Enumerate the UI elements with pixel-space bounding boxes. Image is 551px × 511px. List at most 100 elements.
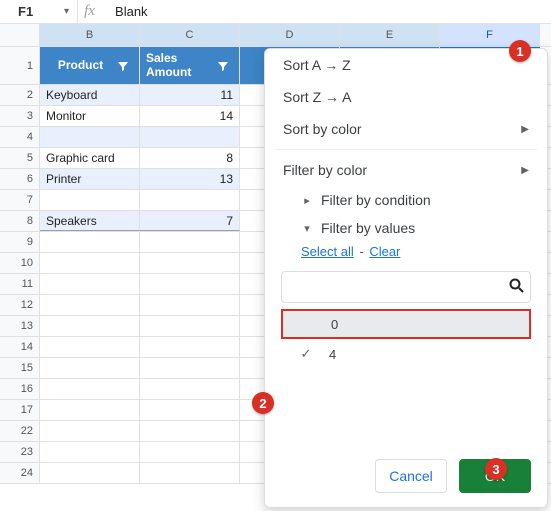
sort-a-z[interactable]: Sort A → Z — [265, 49, 547, 81]
filter-by-values[interactable]: ▾Filter by values — [265, 214, 547, 242]
row-header[interactable]: 13 — [0, 316, 40, 336]
cell[interactable] — [40, 379, 140, 399]
name-box-dropdown-icon[interactable]: ▾ — [64, 6, 77, 17]
row-header[interactable]: 16 — [0, 379, 40, 399]
filter-search-input[interactable] — [288, 276, 508, 299]
select-links: Select all - Clear — [265, 242, 547, 265]
name-box[interactable]: F1 — [0, 4, 64, 19]
filter-search[interactable] — [281, 271, 531, 303]
row-header[interactable]: 6 — [0, 169, 40, 189]
column-header-b[interactable]: B — [40, 24, 140, 46]
chevron-down-icon: ▾ — [301, 222, 313, 235]
cell[interactable] — [40, 337, 140, 357]
cell-sales[interactable]: 11 — [140, 85, 240, 105]
cell-product[interactable]: Speakers — [40, 211, 140, 231]
cell[interactable] — [140, 316, 240, 336]
filter-by-condition[interactable]: ▸ Filter by condition — [265, 186, 547, 214]
clear-link[interactable]: Clear — [369, 244, 400, 259]
row-header[interactable]: 11 — [0, 274, 40, 294]
cell[interactable] — [140, 232, 240, 252]
row-header[interactable]: 15 — [0, 358, 40, 378]
cell-sales[interactable]: 8 — [140, 148, 240, 168]
cell-sales[interactable]: 14 — [140, 106, 240, 126]
row-header[interactable]: 22 — [0, 421, 40, 441]
callout-2: 2 — [252, 392, 274, 414]
cell-product[interactable]: Keyboard — [40, 85, 140, 105]
column-header-e[interactable]: E — [340, 24, 440, 46]
row-header-1[interactable]: 1 — [0, 47, 40, 84]
chevron-right-icon: ▸ — [301, 194, 313, 207]
cell-product[interactable] — [40, 190, 140, 210]
cell[interactable] — [140, 253, 240, 273]
row-header[interactable]: 9 — [0, 232, 40, 252]
cell-product[interactable]: Printer — [40, 169, 140, 189]
cell[interactable] — [140, 463, 240, 483]
cell-sales[interactable] — [140, 190, 240, 210]
cell-sales[interactable]: 13 — [140, 169, 240, 189]
cell[interactable] — [140, 295, 240, 315]
filter-icon[interactable] — [215, 58, 231, 74]
cancel-button[interactable]: Cancel — [375, 459, 447, 493]
filter-value-0[interactable]: 0 — [281, 309, 531, 339]
row-header[interactable]: 24 — [0, 463, 40, 483]
header-sales-amount: Sales Amount — [140, 47, 240, 84]
row-header[interactable]: 4 — [0, 127, 40, 147]
cell[interactable] — [140, 337, 240, 357]
row-header[interactable]: 12 — [0, 295, 40, 315]
cell-sales[interactable]: 7 — [140, 211, 240, 231]
filter-icon[interactable] — [115, 58, 131, 74]
filter-value-4[interactable]: ✓ 4 — [281, 339, 531, 369]
select-all-corner[interactable] — [0, 24, 40, 46]
row-header[interactable]: 7 — [0, 190, 40, 210]
cell[interactable] — [40, 442, 140, 462]
cell-product[interactable]: Monitor — [40, 106, 140, 126]
cell[interactable] — [40, 463, 140, 483]
cell-sales[interactable] — [140, 127, 240, 147]
cell[interactable] — [40, 421, 140, 441]
cell[interactable] — [140, 379, 240, 399]
cell[interactable] — [40, 274, 140, 294]
row-header[interactable]: 3 — [0, 106, 40, 126]
filter-value-4-label: 4 — [315, 347, 336, 362]
sort-z-a-label: Sort Z → A — [283, 89, 351, 105]
row-header[interactable]: 8 — [0, 211, 40, 231]
filter-by-color[interactable]: Filter by color ▶ — [265, 154, 547, 186]
divider — [275, 149, 537, 150]
check-icon: ✓ — [297, 346, 315, 362]
cell[interactable] — [40, 253, 140, 273]
row-header[interactable]: 5 — [0, 148, 40, 168]
sort-by-color[interactable]: Sort by color▶ — [265, 113, 547, 145]
callout-3: 3 — [485, 458, 507, 480]
filter-dropdown-panel: Sort A → Z Sort Z → A Sort by color▶ Fil… — [264, 48, 548, 508]
row-header[interactable]: 23 — [0, 442, 40, 462]
column-header-d[interactable]: D — [240, 24, 340, 46]
cell-product[interactable]: Graphic card — [40, 148, 140, 168]
filter-by-color-label: Filter by color — [283, 162, 367, 178]
cell[interactable] — [40, 295, 140, 315]
cell[interactable] — [40, 232, 140, 252]
filter-by-condition-label: Filter by condition — [321, 192, 431, 208]
cell-product[interactable] — [40, 127, 140, 147]
filter-values-list: 0 ✓ 4 — [281, 309, 531, 369]
cell[interactable] — [140, 274, 240, 294]
cell[interactable] — [40, 316, 140, 336]
row-header[interactable]: 17 — [0, 400, 40, 420]
chevron-right-icon: ▶ — [521, 124, 529, 135]
column-headers-row: B C D E F — [0, 24, 551, 47]
select-all-link[interactable]: Select all — [301, 244, 354, 259]
sort-z-a[interactable]: Sort Z → A — [265, 81, 547, 113]
row-header[interactable]: 10 — [0, 253, 40, 273]
column-header-c[interactable]: C — [140, 24, 240, 46]
header-product: Product — [40, 47, 140, 84]
cell[interactable] — [140, 358, 240, 378]
formula-input[interactable]: Blank — [101, 4, 148, 19]
cell[interactable] — [140, 442, 240, 462]
dash: - — [354, 244, 370, 259]
cell[interactable] — [40, 400, 140, 420]
cell[interactable] — [140, 421, 240, 441]
row-header[interactable]: 2 — [0, 85, 40, 105]
cell[interactable] — [40, 358, 140, 378]
row-header[interactable]: 14 — [0, 337, 40, 357]
cell[interactable] — [140, 400, 240, 420]
chevron-right-icon: ▶ — [521, 165, 529, 176]
